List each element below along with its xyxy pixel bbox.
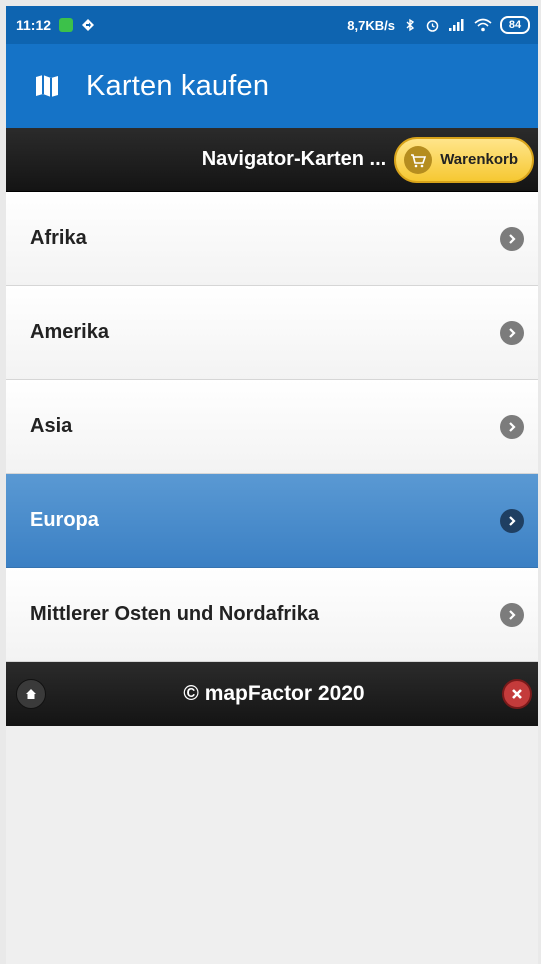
list-item-mittlerer-osten[interactable]: Mittlerer Osten und Nordafrika	[6, 568, 538, 662]
page-title: Karten kaufen	[86, 69, 270, 102]
alarm-icon	[426, 19, 439, 32]
battery-indicator: 84	[500, 16, 530, 34]
copyright-text: © mapFactor 2020	[183, 682, 365, 705]
close-button[interactable]	[502, 679, 532, 709]
list-item-afrika[interactable]: Afrika	[6, 192, 538, 286]
chevron-right-icon	[500, 414, 524, 439]
header-title: Navigator-Karten ...	[201, 148, 387, 170]
list-item-asia[interactable]: Asia	[6, 380, 538, 474]
status-bar: 11:12 8,7KB/s 84	[6, 6, 538, 44]
map-icon	[36, 75, 58, 97]
status-time: 11:12	[16, 17, 52, 33]
navigation-icon	[82, 19, 95, 31]
region-list: Afrika Amerika Asia Europa Mittlerer Ost…	[6, 192, 538, 662]
close-icon	[512, 689, 522, 699]
home-icon	[26, 689, 36, 699]
list-item-label: Afrika	[30, 227, 87, 249]
list-item-label: Amerika	[30, 321, 109, 343]
signal-icon	[449, 19, 464, 31]
wifi-icon	[474, 18, 492, 32]
chevron-right-icon	[500, 320, 524, 345]
chevron-right-icon	[500, 602, 524, 627]
header-bar: Navigator-Karten ... Warenkorb	[6, 128, 538, 192]
chevron-right-icon	[500, 508, 524, 533]
list-item-europa[interactable]: Europa	[6, 474, 538, 568]
cart-icon	[404, 145, 433, 174]
app-bar: Karten kaufen	[6, 44, 538, 128]
chevron-right-icon	[500, 226, 524, 251]
app-screen: 11:12 8,7KB/s 84 Karten kaufen Navigator…	[6, 6, 538, 964]
network-speed: 8,7KB/s	[347, 17, 395, 33]
list-item-amerika[interactable]: Amerika	[6, 286, 538, 380]
home-button[interactable]	[16, 679, 46, 709]
empty-area	[6, 726, 538, 962]
app-notification-icon	[59, 18, 74, 32]
bluetooth-off-icon	[406, 18, 415, 32]
list-item-label: Asia	[30, 415, 73, 437]
list-item-label: Mittlerer Osten und Nordafrika	[30, 603, 319, 625]
cart-button[interactable]: Warenkorb	[394, 136, 534, 183]
cart-label: Warenkorb	[440, 151, 518, 168]
list-item-label: Europa	[30, 509, 99, 531]
footer-bar: © mapFactor 2020	[6, 662, 538, 726]
